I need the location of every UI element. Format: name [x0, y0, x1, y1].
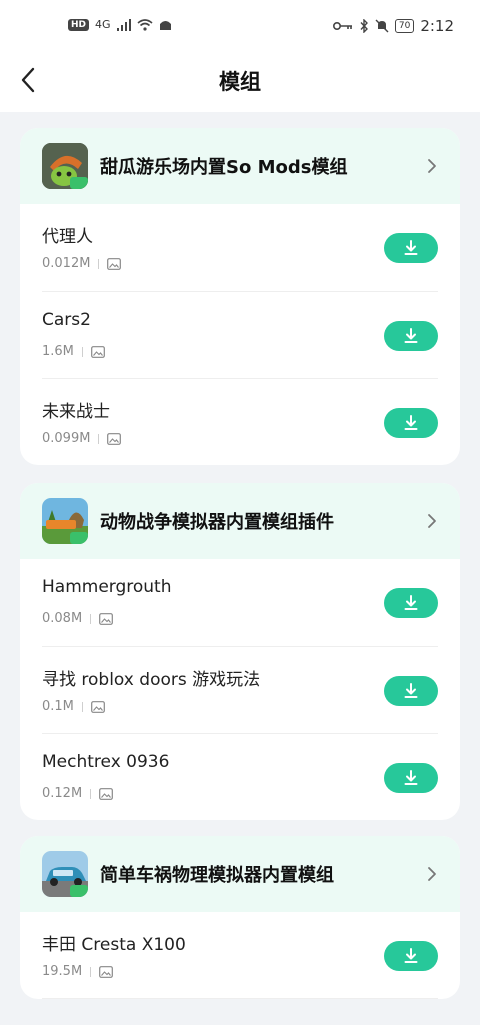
image-icon [90, 700, 105, 713]
mod-meta: 0.1M [42, 699, 105, 714]
download-icon [404, 948, 418, 963]
mod-meta: 0.08M [42, 611, 114, 626]
download-button[interactable] [384, 588, 438, 618]
image-icon [99, 787, 114, 800]
mod-name: 代理人 [42, 227, 93, 247]
image-icon [99, 965, 114, 978]
mod-list-item[interactable]: 未来战士 0.099M [42, 378, 438, 465]
meta-divider [81, 346, 83, 357]
chevron-right-icon [428, 159, 436, 173]
page-title: 模组 [219, 70, 261, 94]
mod-list-item[interactable]: Mechtrex 0936 0.12M [42, 733, 438, 820]
status-bar: HD 4G 70 2:12 [0, 0, 480, 56]
mod-size: 1.6M [42, 344, 74, 359]
download-button[interactable] [384, 321, 438, 351]
mod-name: 丰田 Cresta X100 [42, 935, 186, 955]
meta-divider [90, 966, 92, 977]
mod-list-item[interactable]: 代理人 0.012M [42, 204, 438, 291]
android-notification-icon [159, 20, 171, 30]
mod-name: 未来战士 [42, 402, 110, 422]
image-icon [107, 257, 122, 270]
mod-group-card: 简单车祸物理模拟器内置模组 丰田 Cresta X100 19.5M [20, 836, 460, 999]
chevron-right-icon [428, 514, 436, 528]
key-icon [332, 22, 352, 30]
mod-group-card: 动物战争模拟器内置模组插件 Hammergrouth 0.08M 寻找 robl… [20, 483, 460, 820]
mod-size: 0.1M [42, 699, 74, 714]
mod-name: 寻找 roblox doors 游戏玩法 [42, 670, 261, 690]
download-button[interactable] [384, 941, 438, 971]
image-icon [99, 612, 114, 625]
download-button[interactable] [384, 233, 438, 263]
mod-list-item[interactable]: Hammergrouth 0.08M [42, 559, 438, 646]
download-icon [404, 770, 418, 785]
mod-group-header[interactable]: 简单车祸物理模拟器内置模组 [20, 836, 460, 912]
network-type: 4G [95, 18, 111, 31]
mod-meta: 1.6M [42, 344, 105, 359]
status-left: HD 4G [68, 18, 172, 31]
header: 模组 [0, 56, 480, 112]
download-button[interactable] [384, 676, 438, 706]
download-button[interactable] [384, 763, 438, 793]
mod-group-header[interactable]: 甜瓜游乐场内置So Mods模组 [20, 128, 460, 204]
mod-group-title: 简单车祸物理模拟器内置模组 [100, 865, 334, 886]
mod-list-item[interactable]: 丰田 Cresta X100 19.5M [42, 912, 438, 999]
car-crash-simulator-app-icon [42, 851, 88, 897]
download-icon [404, 415, 418, 430]
mod-group-title: 动物战争模拟器内置模组插件 [100, 512, 334, 533]
mod-meta: 0.012M [42, 256, 122, 271]
mod-meta: 19.5M [42, 964, 114, 979]
mod-size: 19.5M [42, 964, 83, 979]
download-icon [404, 683, 418, 698]
download-icon [404, 240, 418, 255]
meta-divider [98, 433, 100, 444]
mod-name: Hammergrouth [42, 577, 172, 597]
mod-group-header[interactable]: 动物战争模拟器内置模组插件 [20, 483, 460, 559]
meta-divider [98, 258, 100, 269]
mod-group-card: 甜瓜游乐场内置So Mods模组 代理人 0.012M Cars2 1.6M 未… [20, 128, 460, 465]
meta-divider [90, 613, 92, 624]
status-right: 70 2:12 [332, 17, 454, 35]
wifi-icon [137, 18, 153, 31]
chevron-right-icon [428, 867, 436, 881]
mod-size: 0.08M [42, 611, 83, 626]
mod-name: Cars2 [42, 310, 91, 330]
mod-size: 0.099M [42, 431, 91, 446]
meta-divider [90, 788, 92, 799]
download-icon [404, 595, 418, 610]
mod-name: Mechtrex 0936 [42, 752, 170, 772]
clock: 2:12 [420, 17, 454, 35]
hd-badge: HD [68, 18, 90, 31]
download-icon [404, 328, 418, 343]
signal-icon [116, 18, 131, 31]
animal-war-simulator-app-icon [42, 498, 88, 544]
bluetooth-icon [360, 19, 368, 33]
image-icon [107, 432, 122, 445]
mod-meta: 0.12M [42, 786, 114, 801]
download-button[interactable] [384, 408, 438, 438]
mod-list-item[interactable]: 寻找 roblox doors 游戏玩法 0.1M [42, 646, 438, 733]
mute-bell-icon [375, 19, 389, 33]
mod-size: 0.012M [42, 256, 91, 271]
mod-size: 0.12M [42, 786, 83, 801]
mod-meta: 0.099M [42, 431, 122, 446]
mod-group-title: 甜瓜游乐场内置So Mods模组 [100, 157, 348, 178]
battery-indicator: 70 [394, 19, 415, 33]
image-icon [90, 345, 105, 358]
mod-list-item[interactable]: Cars2 1.6M [42, 291, 438, 378]
meta-divider [81, 701, 83, 712]
melon-playground-app-icon [42, 143, 88, 189]
